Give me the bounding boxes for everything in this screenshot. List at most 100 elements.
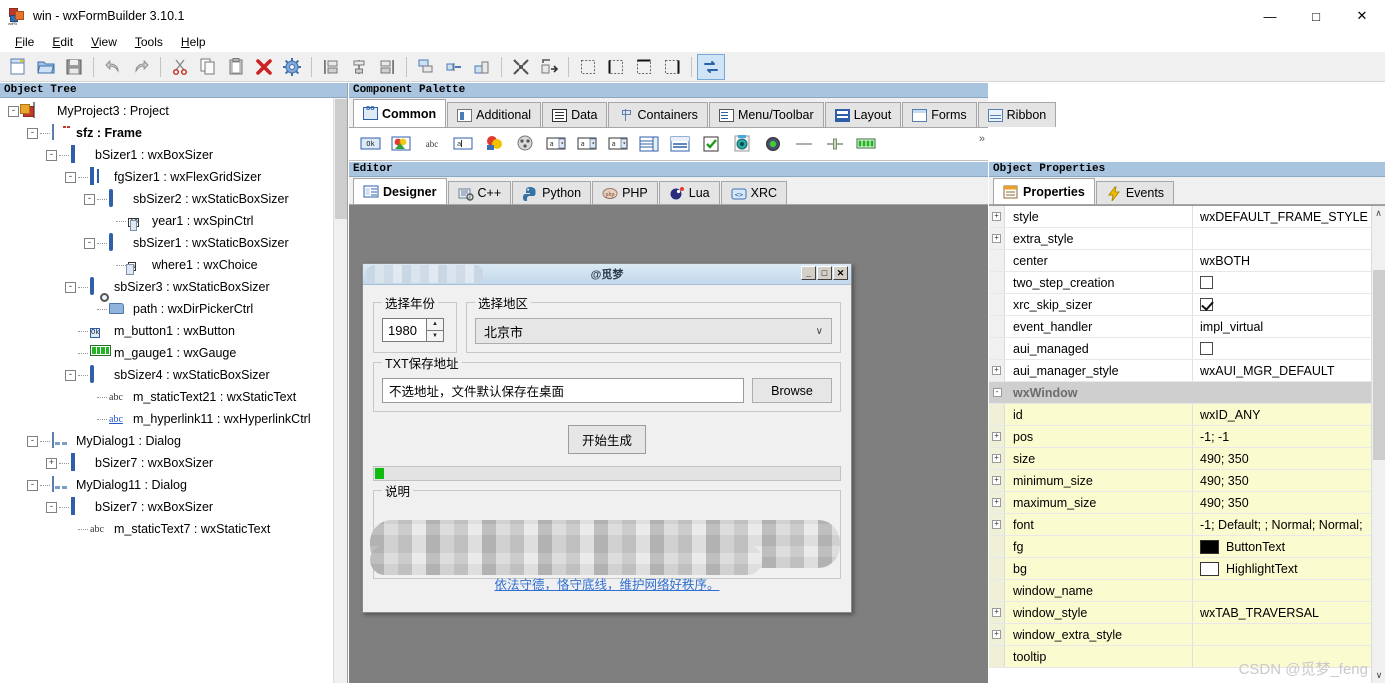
collapse-icon[interactable]: - (27, 479, 38, 491)
property-expander[interactable]: + (989, 360, 1005, 381)
collapse-icon[interactable]: - (65, 369, 76, 381)
checkbox-checked-icon[interactable] (1200, 298, 1213, 311)
property-value[interactable]: HighlightText (1193, 558, 1371, 579)
properties-tab-events[interactable]: Events (1095, 181, 1175, 204)
palette-tab-layout[interactable]: Layout (824, 102, 902, 127)
tree-node[interactable]: - MyDialog11 : Dialog (0, 474, 333, 496)
property-value[interactable] (1193, 646, 1371, 667)
collapse-icon[interactable]: - (65, 281, 76, 293)
editor-tab-php[interactable]: php PHP (592, 181, 658, 204)
minimize-button[interactable]: — (1247, 0, 1293, 32)
tree-node[interactable]: - sbSizer3 : wxStaticBoxSizer (0, 276, 333, 298)
settings-icon[interactable] (278, 54, 306, 80)
tree-node[interactable]: abc m_staticText7 : wxStaticText (0, 518, 333, 540)
property-row[interactable]: aui_managed (989, 338, 1371, 360)
editor-tab-c++[interactable]: C++ (447, 181, 512, 204)
palette-tab-containers[interactable]: Containers (608, 102, 708, 127)
wxcheckbox2-icon[interactable] (696, 131, 727, 157)
wxradiobutton-group-icon[interactable] (510, 131, 541, 157)
property-row[interactable]: center wxBOTH (989, 250, 1371, 272)
tree-node[interactable]: a where1 : wxChoice (0, 254, 333, 276)
property-row[interactable]: id wxID_ANY (989, 404, 1371, 426)
property-value[interactable]: 490; 350 (1193, 492, 1371, 513)
property-row[interactable]: fg ButtonText (989, 536, 1371, 558)
designer-canvas[interactable]: @觅梦 _ □ ✕ 选择年份 1980 ▲ ▼ 选择地区 北京市 ∨ TXT保存… (349, 205, 988, 683)
description-hyperlink[interactable]: 依法守德，恪守底线，维护网络好秩序。 (374, 574, 840, 593)
property-expander[interactable]: + (989, 228, 1005, 249)
palette-tab-forms[interactable]: Forms (902, 102, 977, 127)
collapse-icon[interactable]: - (84, 193, 95, 205)
wxgauge-icon[interactable] (851, 131, 882, 157)
property-row[interactable]: + maximum_size 490; 350 (989, 492, 1371, 514)
tree-node[interactable]: - sbSizer4 : wxStaticBoxSizer (0, 364, 333, 386)
border-top-icon[interactable] (630, 54, 658, 80)
tree-node[interactable]: - sfz : Frame (0, 122, 333, 144)
wxstatictext-icon[interactable]: abc (417, 131, 448, 157)
property-value[interactable]: wxID_ANY (1193, 404, 1371, 425)
cut-icon[interactable] (166, 54, 194, 80)
property-expander[interactable]: + (989, 492, 1005, 513)
menu-help[interactable]: Help (172, 33, 215, 51)
property-value[interactable]: wxBOTH (1193, 250, 1371, 271)
property-value[interactable] (1193, 624, 1371, 645)
preview-close-button[interactable]: ✕ (833, 266, 848, 280)
property-row[interactable]: + minimum_size 490; 350 (989, 470, 1371, 492)
property-value[interactable] (1193, 272, 1371, 293)
tree-node[interactable]: - MyProject3 : Project (0, 100, 333, 122)
property-row[interactable]: + font -1; Default; ; Normal; Normal; (989, 514, 1371, 536)
align-center-icon[interactable] (345, 54, 373, 80)
year-spin-up[interactable]: ▲ (426, 318, 444, 330)
tree-node[interactable]: m_gauge1 : wxGauge (0, 342, 333, 364)
tree-node[interactable]: - sbSizer1 : wxStaticBoxSizer (0, 232, 333, 254)
property-row[interactable]: two_step_creation (989, 272, 1371, 294)
copy-icon[interactable] (194, 54, 222, 80)
editor-tab-lua[interactable]: Lua (658, 181, 720, 204)
area-choice[interactable]: 北京市 ∨ (475, 318, 832, 344)
wxradiobox-icon[interactable] (727, 131, 758, 157)
property-value[interactable]: wxTAB_TRAVERSAL (1193, 602, 1371, 623)
property-expander[interactable]: - (989, 382, 1005, 403)
editor-tab-designer[interactable]: Designer (353, 178, 447, 204)
color-swatch[interactable] (1200, 539, 1219, 554)
property-row[interactable]: + size 490; 350 (989, 448, 1371, 470)
tree-node[interactable]: - bSizer7 : wxBoxSizer (0, 496, 333, 518)
generate-button[interactable]: 开始生成 (567, 425, 646, 454)
checkbox-unchecked-icon[interactable] (1200, 342, 1213, 355)
save-icon[interactable] (60, 54, 88, 80)
border-left-icon[interactable] (602, 54, 630, 80)
expand-icon[interactable]: + (46, 457, 57, 469)
browse-button[interactable]: Browse (752, 378, 832, 403)
tree-node[interactable]: - MyDialog1 : Dialog (0, 430, 333, 452)
year-spinctrl[interactable]: ▲ ▼ (382, 318, 444, 342)
menu-file[interactable]: File (6, 33, 43, 51)
collapse-icon[interactable]: - (46, 501, 57, 513)
tree-node[interactable]: Ok m_button1 : wxButton (0, 320, 333, 342)
property-row[interactable]: + extra_style (989, 228, 1371, 250)
preview-maximize-button[interactable]: □ (817, 266, 832, 280)
property-row[interactable]: window_name (989, 580, 1371, 602)
collapse-icon[interactable]: - (8, 105, 19, 117)
scrollbar-thumb[interactable] (1373, 270, 1385, 460)
menu-view[interactable]: View (82, 33, 126, 51)
property-expander[interactable]: + (989, 514, 1005, 535)
wxslider-icon[interactable] (820, 131, 851, 157)
property-expander[interactable]: + (989, 602, 1005, 623)
tree-node[interactable]: 10 year1 : wxSpinCtrl (0, 210, 333, 232)
open-icon[interactable] (32, 54, 60, 80)
property-value[interactable]: ButtonText (1193, 536, 1371, 557)
wxlistctrl-icon[interactable] (634, 131, 665, 157)
editor-tab-python[interactable]: Python (512, 181, 592, 204)
align-middle-icon[interactable] (440, 54, 468, 80)
tree-node[interactable]: + bSizer7 : wxBoxSizer (0, 452, 333, 474)
wxradiobutton-icon[interactable] (758, 131, 789, 157)
stretch-icon[interactable] (535, 54, 563, 80)
redo-icon[interactable] (127, 54, 155, 80)
wxbitmapbutton-icon[interactable] (386, 131, 417, 157)
property-value[interactable]: 490; 350 (1193, 448, 1371, 469)
scroll-up-arrow[interactable]: ∧ (1372, 206, 1385, 221)
color-swatch[interactable] (1200, 561, 1219, 576)
wxstaticline-icon[interactable] (789, 131, 820, 157)
property-value[interactable]: -1; -1 (1193, 426, 1371, 447)
undo-icon[interactable] (99, 54, 127, 80)
palette-tab-data[interactable]: Data (542, 102, 608, 127)
